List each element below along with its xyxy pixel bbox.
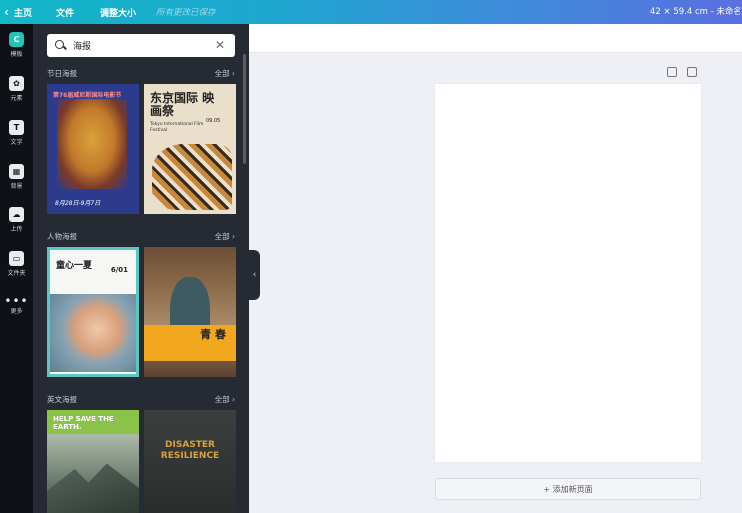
logo-icon: C [9, 32, 24, 47]
canvas-toolbar [249, 24, 742, 53]
elements-icon: ✿ [9, 76, 24, 91]
rail-item-elements[interactable]: ✿ 元素 [0, 76, 33, 102]
poster-image [57, 99, 127, 189]
rail-item-templates[interactable]: C 模板 [0, 32, 33, 58]
duplicate-page-icon[interactable] [687, 67, 697, 77]
template-thumb-venice-film[interactable]: 第76届威尼斯国际电影节 8月28日-9月7日 [47, 84, 139, 214]
section-title: 英文海报 [47, 394, 77, 404]
rail-label: 元素 [10, 95, 23, 102]
rail-label: 文字 [10, 139, 23, 146]
text-icon: T [9, 120, 24, 135]
menu-resize[interactable]: 调整大小 [100, 6, 136, 19]
design-page[interactable] [435, 84, 701, 462]
poster-title: 童心一夏 [56, 261, 93, 271]
rail-item-text[interactable]: T 文字 [0, 120, 33, 146]
template-thumb-childhood[interactable]: 童心一夏 6/01 [47, 247, 139, 377]
section-title: 节日海报 [47, 68, 77, 78]
left-rail: C 模板 ✿ 元素 T 文字 ▦ 背景 ☁ 上传 ▭ 文件夹 ••• 更多 [0, 24, 33, 513]
collapse-panel-button[interactable]: ‹ [249, 250, 260, 300]
poster-image [47, 463, 139, 513]
poster-title: 东京国际 映画祭 [150, 91, 215, 118]
chevron-left-icon: ‹ [4, 5, 9, 19]
poster-title: HELP SAVE THE EARTH. [53, 415, 114, 431]
template-thumb-youth[interactable]: 青 春 [144, 247, 236, 377]
home-button[interactable]: ‹ 主页 [0, 6, 48, 19]
home-label: 主页 [13, 8, 32, 19]
poster-title: DISASTER RESILIENCE [160, 440, 220, 461]
poster-title: 青 春 [200, 328, 226, 341]
top-bar: ‹ 主页 文件 调整大小 所有更改已保存 42 × 59.4 cm - 未命名 [0, 0, 742, 24]
template-thumb-save-earth[interactable]: HELP SAVE THE EARTH. [47, 410, 139, 513]
rail-item-upload[interactable]: ☁ 上传 [0, 207, 33, 233]
section-title: 人物海报 [47, 231, 77, 241]
canvas-size-label: 42 × 59.4 cm - 未命名 [650, 7, 740, 17]
menu-file[interactable]: 文件 [56, 6, 74, 19]
background-icon: ▦ [9, 164, 24, 179]
rail-label: 背景 [10, 183, 23, 190]
poster-title: 第76届威尼斯国际电影节 [53, 92, 122, 99]
upload-icon: ☁ [9, 207, 24, 222]
chevron-left-icon: ‹ [252, 270, 257, 280]
template-panel: ✕ 节日海报 全部 › 第76届威尼斯国际电影节 8月28日-9月7日 东京国际… [33, 24, 249, 513]
rail-label: 模板 [10, 51, 23, 58]
folder-icon: ▭ [9, 251, 24, 266]
see-all-link[interactable]: 全部 › [215, 231, 235, 242]
poster-caption: 09.05 [206, 118, 221, 124]
add-page-button[interactable]: + 添加新页面 [435, 478, 701, 500]
more-icon: ••• [4, 294, 29, 308]
search-input[interactable] [73, 40, 213, 51]
saved-status: 所有更改已保存 [156, 8, 216, 18]
panel-scrollbar[interactable] [243, 54, 246, 164]
section-holiday-posters: 节日海报 全部 › [47, 67, 235, 79]
section-english-posters: 英文海报 全部 › [47, 393, 235, 405]
see-all-link[interactable]: 全部 › [215, 394, 235, 405]
poster-illustration [152, 144, 232, 210]
rail-item-more[interactable]: ••• 更多 [0, 294, 33, 315]
template-thumb-tokyo-film[interactable]: 东京国际 映画祭 Tokyo International Film Festiv… [144, 84, 236, 214]
page-actions [667, 67, 697, 77]
search-icon [55, 39, 67, 52]
note-icon[interactable] [667, 67, 677, 77]
template-thumb-disaster[interactable]: DISASTER RESILIENCE [144, 410, 236, 513]
section-people-posters: 人物海报 全部 › [47, 230, 235, 242]
poster-date: 8月28日-9月7日 [55, 200, 101, 207]
rail-label: 上传 [10, 226, 23, 233]
poster-subtitle: Tokyo International Film Festival [150, 122, 204, 133]
poster-photo [50, 294, 136, 372]
rail-label: 更多 [10, 308, 23, 315]
clear-search-icon[interactable]: ✕ [215, 38, 225, 52]
rail-item-background[interactable]: ▦ 背景 [0, 164, 33, 190]
poster-date: 6/01 [110, 266, 128, 274]
rail-label: 文件夹 [7, 270, 26, 277]
rail-item-folder[interactable]: ▭ 文件夹 [0, 251, 33, 277]
search-box: ✕ [47, 34, 235, 57]
see-all-link[interactable]: 全部 › [215, 68, 235, 79]
